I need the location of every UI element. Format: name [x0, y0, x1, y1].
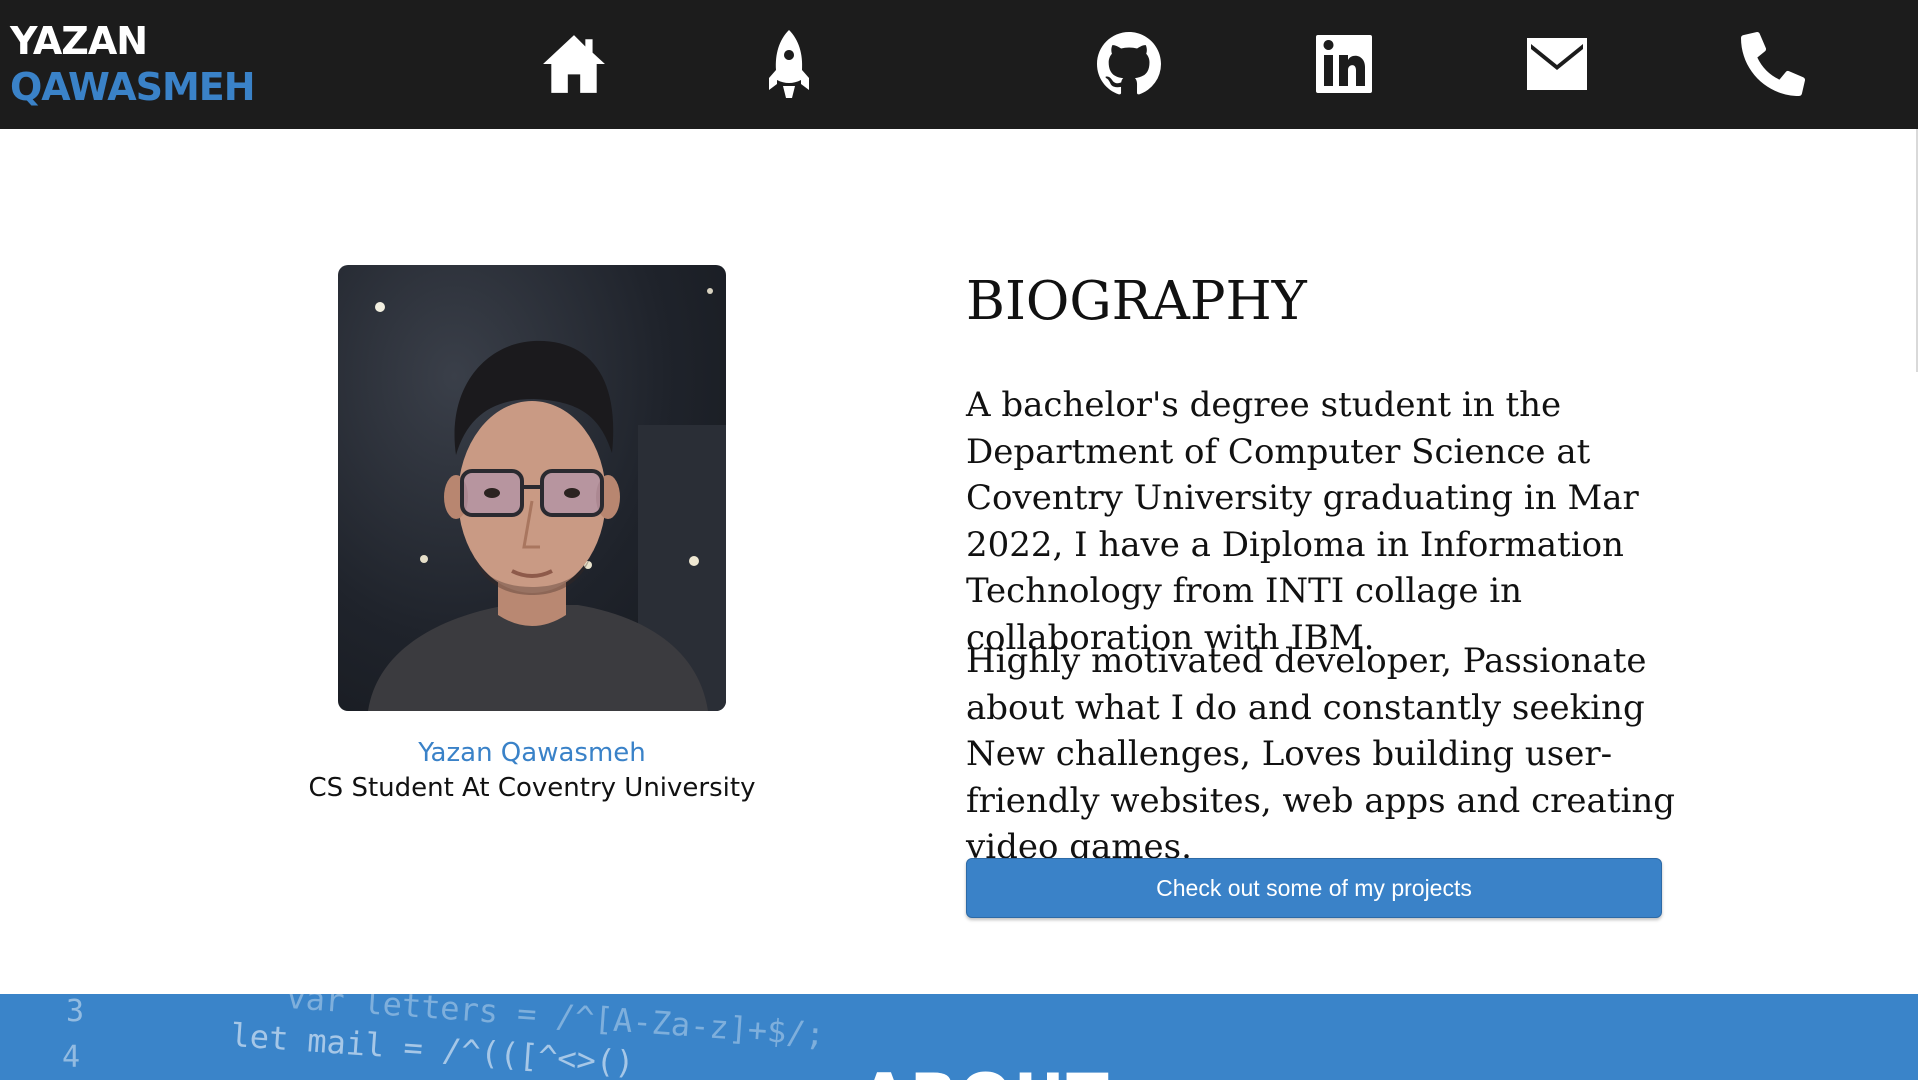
brand-logo[interactable]: YAZAN QAWASMEH: [10, 18, 256, 110]
nav-projects-link[interactable]: [754, 24, 824, 104]
github-icon: [1097, 32, 1161, 95]
profile-name: Yazan Qawasmeh: [418, 738, 646, 768]
view-projects-button[interactable]: Check out some of my projects: [966, 858, 1662, 918]
profile-role: CS Student At Coventry University: [308, 773, 756, 803]
code-line-number: 3: [66, 994, 85, 1029]
about-heading: ABOUT: [860, 1060, 1111, 1080]
linkedin-icon: [1316, 35, 1372, 93]
nav-mail-link[interactable]: [1522, 24, 1592, 104]
nav-github-link[interactable]: [1094, 24, 1164, 104]
brand-last-name: QAWASMEH: [10, 65, 256, 109]
top-navbar: YAZAN QAWASMEH: [0, 0, 1918, 129]
about-section-banner: 3 var letters = /^[A-Za-z]+$/; 4 let mai…: [0, 994, 1918, 1080]
mail-icon: [1527, 38, 1587, 90]
nav-home-link[interactable]: [539, 24, 609, 104]
phone-icon: [1741, 32, 1805, 96]
biography-paragraph: Highly motivated developer, Passionate a…: [966, 641, 1676, 867]
biography-paragraph: A bachelor's degree student in the Depar…: [966, 385, 1639, 658]
brand-first-name: YAZAN: [10, 19, 148, 63]
biography-heading: BIOGRAPHY: [966, 271, 1307, 332]
nav-phone-link[interactable]: [1738, 24, 1808, 104]
home-icon: [543, 35, 605, 93]
rocket-icon: [769, 30, 809, 98]
profile-photo: [338, 265, 726, 711]
code-line-number: 4: [62, 1040, 81, 1075]
nav-linkedin-link[interactable]: [1309, 24, 1379, 104]
